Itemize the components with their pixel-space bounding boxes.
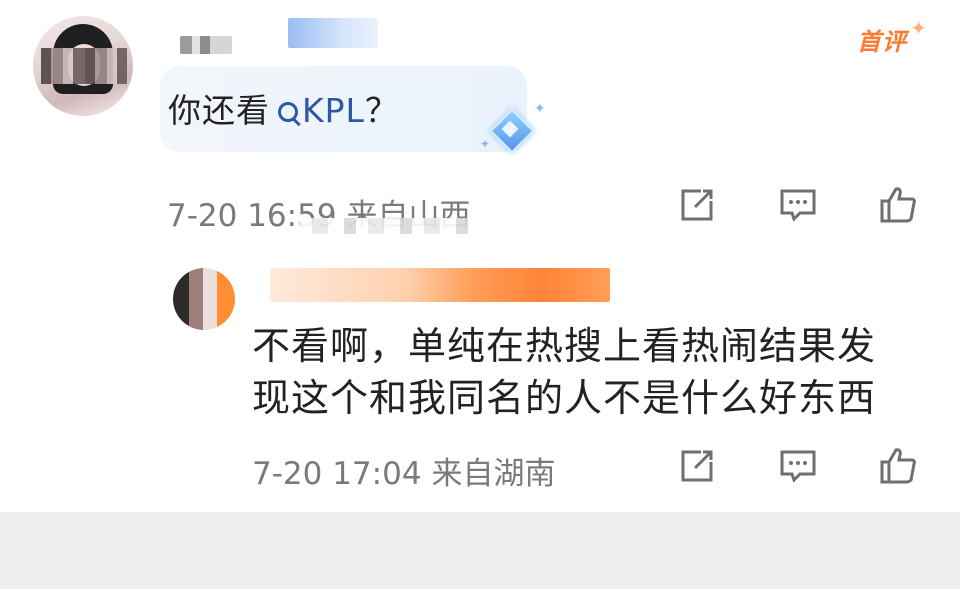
- reply-location: 来自湖南: [431, 456, 556, 492]
- reply-username-blur: [270, 268, 610, 302]
- comment-text: 你还看 KPL？: [168, 84, 399, 132]
- reply-meta: 7-20 17:04 来自湖南: [252, 448, 556, 493]
- avatar[interactable]: [33, 16, 133, 116]
- reply-avatar[interactable]: [173, 268, 235, 330]
- avatar-pixelation: [41, 48, 127, 84]
- share-icon[interactable]: [675, 444, 719, 488]
- sparkle-icon: ✦: [910, 16, 927, 40]
- first-comment-badge: 首评 ✦: [857, 16, 927, 56]
- comment-text-suffix: ？: [364, 91, 399, 130]
- comment-text-prefix: 你还看: [168, 91, 270, 130]
- bottom-gray-area: [0, 512, 960, 589]
- reply-section: 不看啊，单纯在热搜上看热闹结果发现这个和我同名的人不是什么好东西 7-20 17…: [0, 250, 960, 512]
- sparkle-icon: ✦: [480, 137, 491, 151]
- like-icon[interactable]: [876, 444, 920, 488]
- location-blur: [300, 218, 470, 234]
- like-icon[interactable]: [876, 183, 920, 227]
- share-icon[interactable]: [675, 183, 719, 227]
- first-comment-label: 首评: [857, 28, 907, 56]
- diamond-decoration-icon: ✦ ✦: [478, 101, 546, 159]
- reply-date: 7-20 17:04: [252, 456, 422, 492]
- comment-top: 首评 ✦ 你还看 KPL？ ✦ ✦ 7-20 16:59 来自山西: [0, 0, 960, 250]
- search-term-link[interactable]: KPL: [302, 91, 365, 130]
- sparkle-icon: ✦: [534, 101, 546, 117]
- reply-text: 不看啊，单纯在热搜上看热闹结果发现这个和我同名的人不是什么好东西: [252, 324, 877, 420]
- comment-icon[interactable]: [776, 444, 820, 488]
- username-blur: [180, 36, 232, 54]
- user-badge-blur: [288, 18, 378, 48]
- search-icon: [276, 100, 300, 124]
- comment-icon[interactable]: [776, 183, 820, 227]
